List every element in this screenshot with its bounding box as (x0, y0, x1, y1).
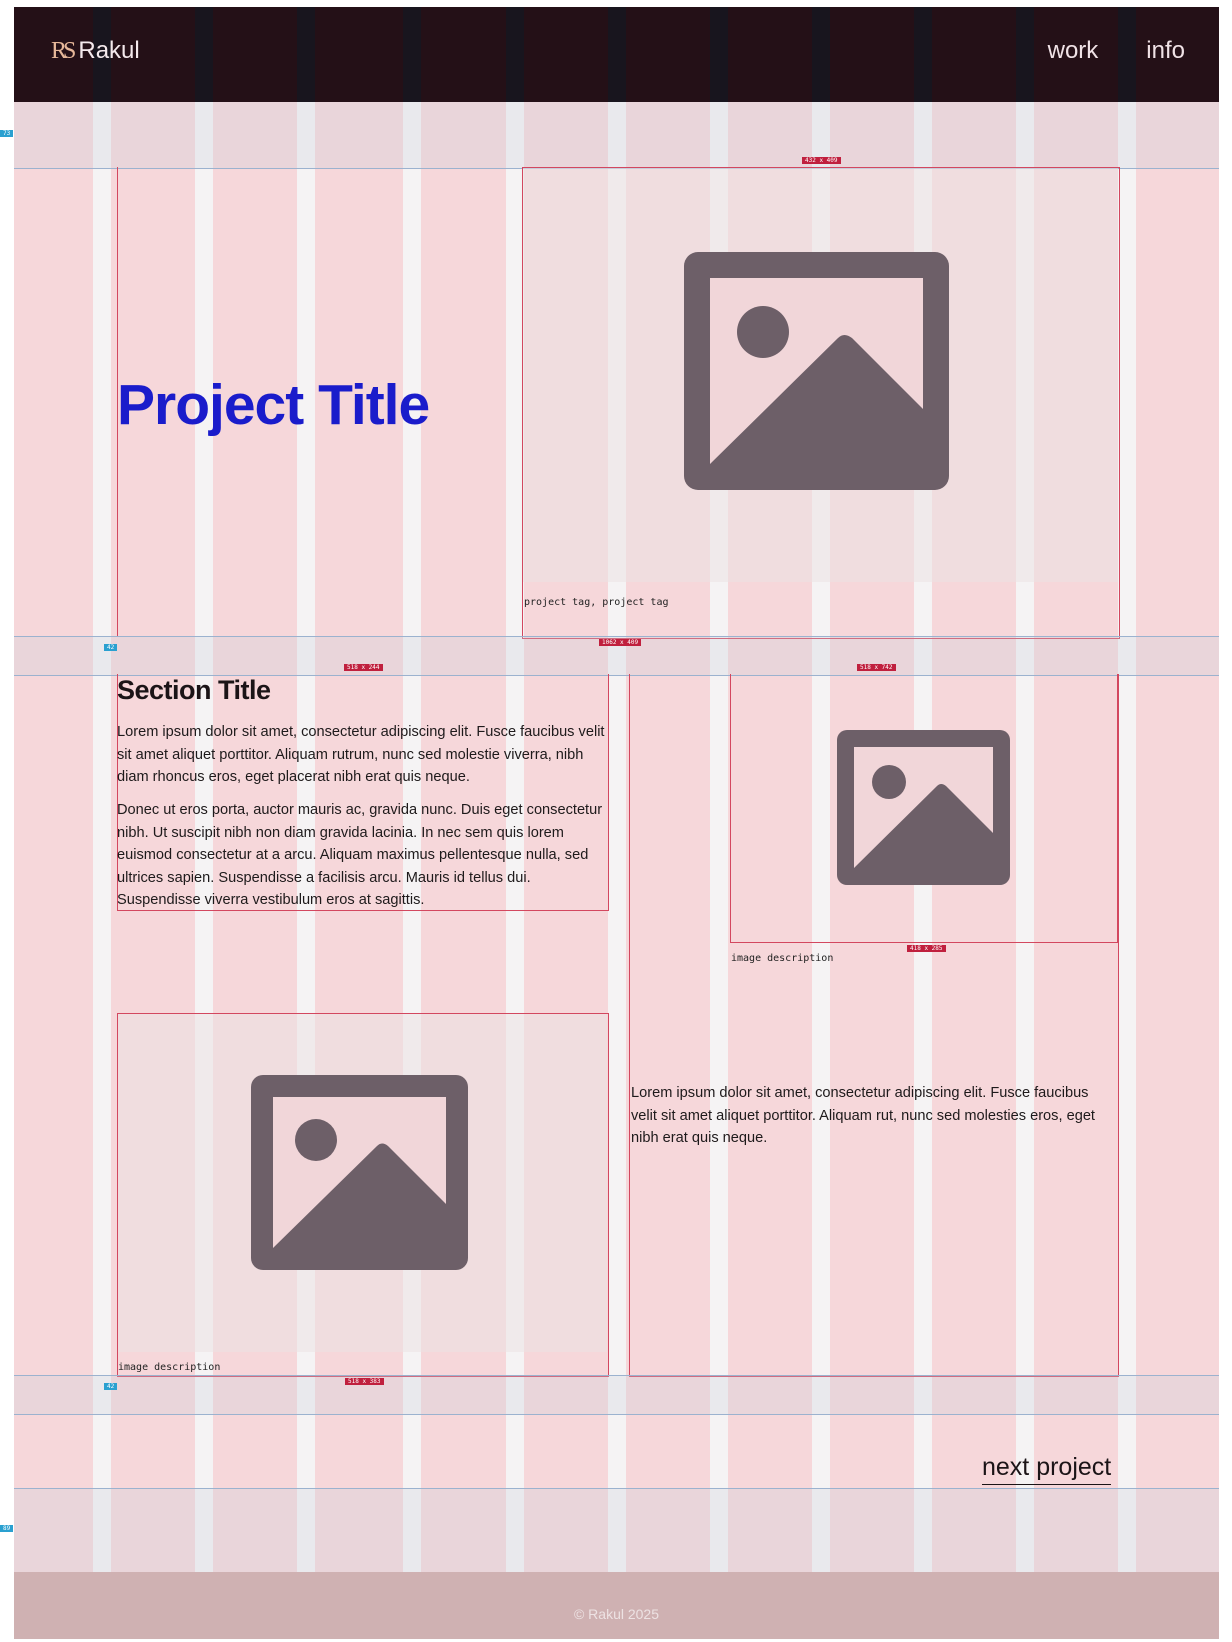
right-image-size-tag: 418 x 285 (907, 945, 946, 952)
spacing-badge: 42 (104, 644, 118, 651)
spacing-badge: 73 (0, 130, 14, 137)
left-image-caption: image description (118, 1362, 221, 1373)
grid-gutter (608, 7, 626, 102)
grid-gutter (297, 7, 315, 102)
site-header: RS Rakul work info (14, 7, 1219, 102)
image-placeholder-icon (684, 252, 949, 490)
right-column-size-tag: 518 x 742 (857, 664, 896, 671)
spacing-band (14, 101, 1219, 169)
project-tags: project tag, project tag (524, 597, 669, 608)
section-paragraph-2: Donec ut eros porta, auctor mauris ac, g… (117, 802, 603, 909)
text-block-size-tag: 518 x 244 (344, 664, 383, 671)
logo-mark: RS (51, 37, 76, 64)
image-placeholder-icon (251, 1075, 468, 1270)
footer-copyright: © Rakul 2025 (573, 1606, 660, 1622)
logo-text: Rakul (78, 37, 140, 64)
grid-gutter (914, 7, 932, 102)
left-image-size-tag: 518 x 383 (345, 1378, 384, 1385)
grid-gutter (506, 7, 524, 102)
grid-gutter (195, 7, 213, 102)
section-title: Section Title (117, 675, 271, 705)
spacing-band (14, 1375, 1219, 1415)
project-title: Project Title (117, 373, 430, 437)
spacing-badge: 42 (104, 1383, 118, 1390)
page-frame: RS Rakul work info 432 x 409 Project Tit… (14, 7, 1219, 1639)
grid-gutter (1016, 7, 1034, 102)
spacing-badge: 89 (0, 1525, 14, 1532)
site-logo[interactable]: RS Rakul (51, 37, 140, 65)
spacing-band (14, 1488, 1219, 1574)
next-project-link[interactable]: next project (982, 1453, 1112, 1485)
right-paragraph: Lorem ipsum dolor sit amet, consectetur … (631, 1085, 1095, 1147)
nav-info-link[interactable]: info (1146, 37, 1185, 65)
section-paragraph-1: Lorem ipsum dolor sit amet, consectetur … (117, 724, 605, 786)
grid-gutter (812, 7, 830, 102)
main-nav: work info (1048, 37, 1185, 65)
hero-image-size-tag: 432 x 409 (802, 157, 841, 164)
grid-gutter (710, 7, 728, 102)
nav-work-link[interactable]: work (1048, 37, 1099, 65)
grid-gutter (403, 7, 421, 102)
image-placeholder-icon (837, 730, 1010, 885)
right-image-caption: image description (731, 953, 834, 964)
hero-row-size-tag: 1062 x 409 (599, 639, 642, 646)
